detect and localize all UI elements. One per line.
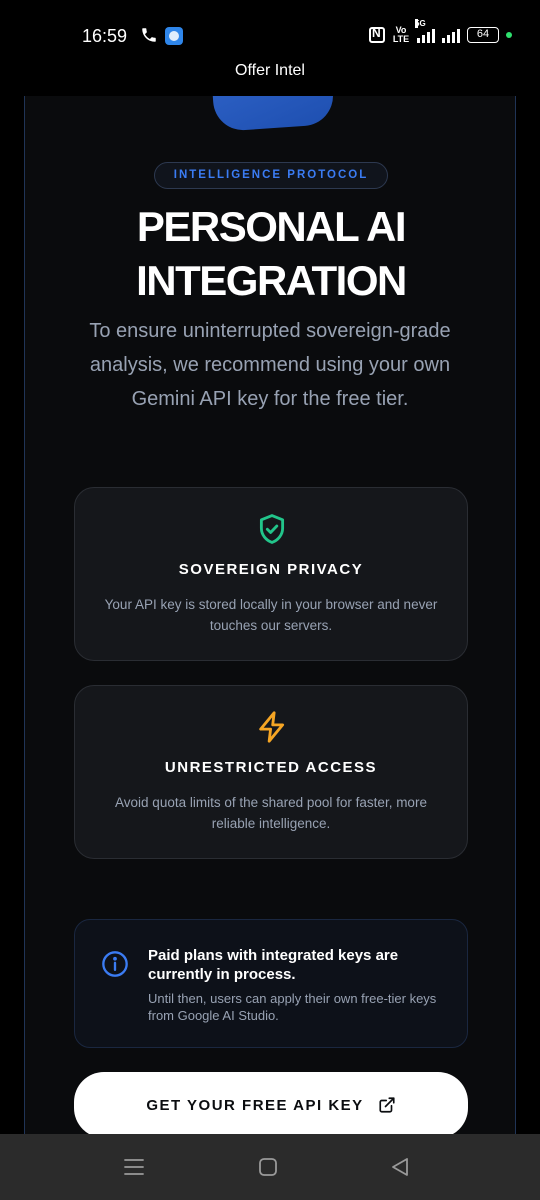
protocol-badge: INTELLIGENCE PROTOCOL: [154, 162, 388, 189]
system-nav-bar: [0, 1134, 540, 1200]
battery-icon: 64: [467, 27, 499, 43]
volte-line2: LTE: [392, 34, 410, 44]
home-button[interactable]: [256, 1156, 280, 1178]
notice-title: Paid plans with integrated keys are curr…: [148, 947, 399, 983]
nfc-icon: [369, 26, 385, 43]
status-time: 16:59: [82, 26, 128, 46]
logo-shape: [210, 96, 336, 133]
signal-strength-icon: [442, 27, 460, 43]
status-indicators: Vo LTE 5G 64: [369, 19, 512, 46]
onboarding-panel: INTELLIGENCE PROTOCOL PERSONAL AI INTEGR…: [24, 96, 516, 1134]
notice-description: Until then, users can apply their own fr…: [148, 991, 437, 1023]
recent-apps-button[interactable]: [122, 1156, 146, 1178]
volte-indicator: Vo LTE: [392, 26, 410, 44]
intro-text: To ensure uninterrupted sovereign-grade …: [89, 320, 451, 410]
shield-check-icon: [259, 514, 285, 544]
lightning-bolt-icon: [259, 711, 285, 743]
feature-title: UNRESTRICTED ACCESS: [164, 759, 378, 776]
signal-5g-icon: 5G: [415, 19, 435, 43]
feature-card-privacy: SOVEREIGN PRIVACY Your API key is stored…: [74, 487, 468, 661]
info-notice: Paid plans with integrated keys are curr…: [74, 919, 468, 1048]
phone-call-icon: [142, 28, 156, 42]
back-button[interactable]: [388, 1156, 412, 1178]
info-icon: [102, 951, 128, 977]
app-title-bar: Offer Intel: [0, 56, 540, 96]
privacy-indicator-dot: [506, 32, 512, 38]
title-line-2: INTEGRATION: [136, 257, 407, 304]
app-title: Offer Intel: [235, 62, 305, 79]
network-type-label: 5G: [415, 19, 426, 28]
get-api-key-label: GET YOUR FREE API KEY: [146, 1096, 364, 1114]
get-api-key-button[interactable]: GET YOUR FREE API KEY: [74, 1072, 468, 1134]
messenger-app-icon: [165, 27, 183, 45]
page-title: PERSONAL AI INTEGRATION: [25, 200, 515, 308]
feature-card-access: UNRESTRICTED ACCESS Avoid quota limits o…: [74, 685, 468, 859]
external-link-icon: [379, 1097, 395, 1113]
title-line-1: PERSONAL AI: [136, 203, 407, 250]
feature-description: Your API key is stored locally in your b…: [104, 597, 438, 633]
feature-description: Avoid quota limits of the shared pool fo…: [115, 795, 427, 831]
feature-title: SOVEREIGN PRIVACY: [178, 561, 364, 578]
status-bar: 16:59 Vo LTE 5G 64: [0, 0, 540, 56]
